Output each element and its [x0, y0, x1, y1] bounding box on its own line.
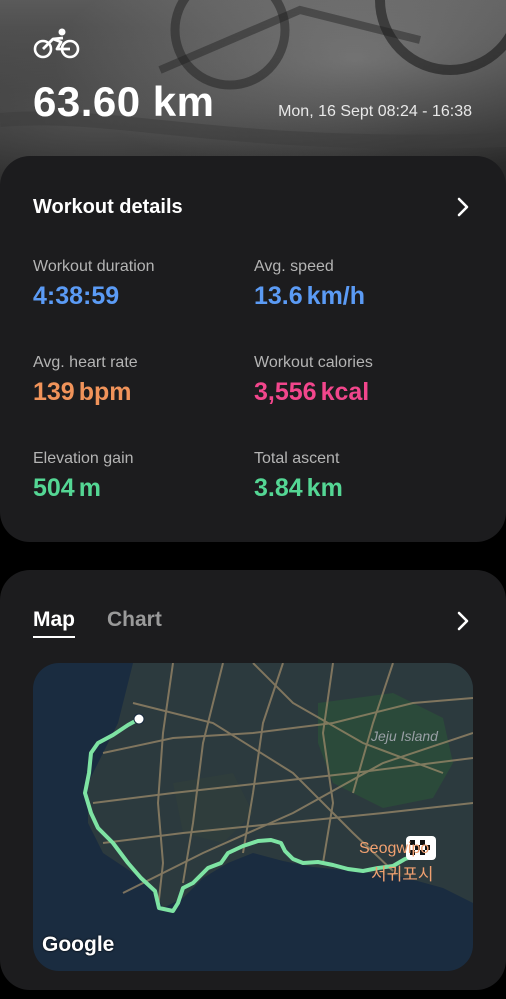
stat-total-ascent: Total ascent 3.84 km — [254, 450, 343, 503]
map-label-island: Jeju Island — [371, 728, 438, 744]
route-map[interactable]: Jeju Island Seogwipo 서귀포시 Google — [33, 663, 473, 971]
stat-value: 4:38:59 — [33, 282, 120, 310]
stat-label: Avg. heart rate — [33, 354, 138, 371]
stat-workout-duration: Workout duration 4:38:59 — [33, 258, 155, 311]
stat-label: Total ascent — [254, 450, 340, 467]
stat-elevation-gain: Elevation gain 504 m — [33, 450, 134, 503]
stat-workout-calories: Workout calories 3,556 kcal — [254, 354, 373, 407]
cycling-icon — [33, 28, 80, 59]
workout-details-card[interactable]: Workout details Workout duration 4:38:59… — [0, 156, 506, 542]
workout-date-range: Mon, 16 Sept 08:24 - 16:38 — [278, 103, 472, 120]
tab-map[interactable]: Map — [33, 608, 75, 638]
stat-value: 504 m — [33, 474, 101, 502]
route-card: Map Chart Jeju Island Seogwipo 서귀포시 Goog… — [0, 570, 506, 990]
workout-details-title: Workout details — [33, 196, 183, 218]
stat-avg-heart-rate: Avg. heart rate 139 bpm — [33, 354, 138, 407]
stat-value: 3,556 kcal — [254, 378, 370, 406]
stat-avg-speed: Avg. speed 13.6 km/h — [254, 258, 365, 311]
map-label-city-korean: 서귀포시 — [371, 865, 434, 884]
tab-active-indicator — [33, 636, 75, 638]
stat-label: Elevation gain — [33, 450, 134, 467]
stat-label: Workout calories — [254, 354, 373, 371]
map-label-city: Seogwipo — [359, 840, 430, 857]
google-attribution: Google — [42, 933, 115, 956]
stat-label: Avg. speed — [254, 258, 334, 275]
tab-chart[interactable]: Chart — [107, 608, 162, 632]
stat-label: Workout duration — [33, 258, 155, 275]
stat-value: 139 bpm — [33, 378, 132, 406]
workout-distance: 63.60 km — [33, 78, 215, 125]
stat-value: 13.6 km/h — [254, 282, 366, 310]
chevron-right-icon[interactable] — [456, 196, 470, 218]
map-canvas — [83, 663, 473, 913]
stat-value: 3.84 km — [254, 474, 343, 502]
chevron-right-icon[interactable] — [456, 610, 470, 632]
